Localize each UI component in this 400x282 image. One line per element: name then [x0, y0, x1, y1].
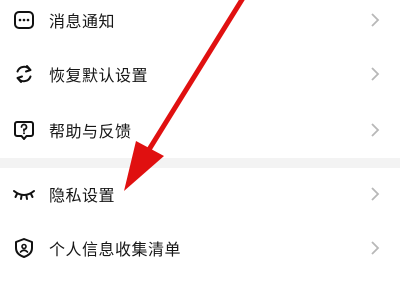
chevron-right-icon: [371, 241, 380, 255]
chevron-right-icon: [371, 123, 380, 137]
eye-closed-icon: [12, 182, 36, 206]
settings-item-label: 个人信息收集清单: [49, 240, 182, 259]
settings-item-label: 恢复默认设置: [49, 66, 149, 85]
settings-item-help-feedback[interactable]: 帮助与反馈: [0, 104, 400, 156]
settings-item-label: 隐私设置: [49, 186, 116, 205]
settings-item-notifications[interactable]: 消息通知: [0, 0, 400, 46]
settings-item-privacy[interactable]: 隐私设置: [0, 168, 400, 220]
section-divider: [0, 158, 400, 168]
refresh-icon: [12, 62, 36, 86]
chevron-right-icon: [371, 13, 380, 27]
message-icon: [12, 8, 36, 32]
shield-icon: [12, 236, 36, 260]
chevron-right-icon: [371, 187, 380, 201]
settings-item-label: 消息通知: [49, 12, 116, 31]
settings-item-personal-info-list[interactable]: 个人信息收集清单: [0, 222, 400, 274]
chevron-right-icon: [371, 67, 380, 81]
help-icon: [12, 118, 36, 142]
settings-item-label: 帮助与反馈: [49, 122, 132, 141]
settings-item-restore-defaults[interactable]: 恢复默认设置: [0, 48, 400, 100]
